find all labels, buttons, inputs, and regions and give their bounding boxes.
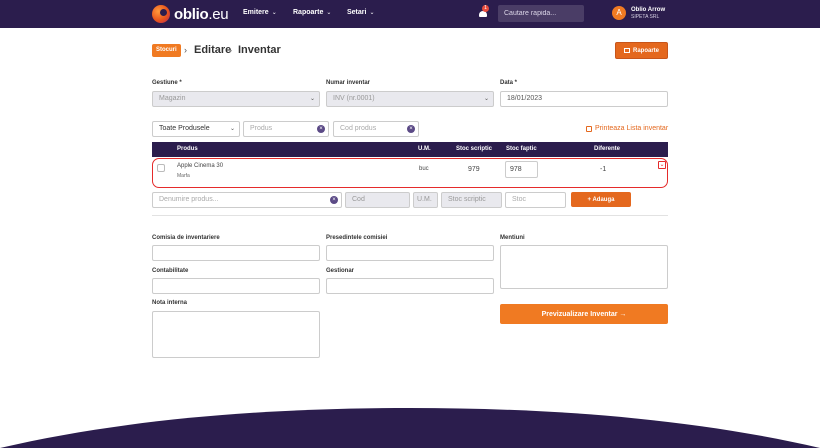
data-label: Data * — [500, 80, 518, 86]
cod-produs-filter-input[interactable]: Cod produs × — [333, 121, 419, 137]
new-product-um-input[interactable]: U.M. — [413, 192, 438, 208]
col-um: U.M. — [418, 146, 431, 152]
row-checkbox[interactable] — [157, 164, 165, 172]
chevron-down-icon: ⌄ — [229, 126, 235, 132]
stoc-faptic-input[interactable]: 978 — [505, 161, 538, 178]
col-stoc-scriptic: Stoc scriptic — [456, 146, 493, 152]
nav-emitere[interactable]: Emitere ⌄ — [243, 9, 277, 16]
top-navbar: oblio.eu Emitere⌄ Rapoarte⌄ Setari⌄ 1 A … — [0, 0, 820, 28]
clear-icon[interactable]: × — [407, 125, 415, 133]
col-diferente: Diferente — [594, 146, 621, 152]
diferenta-value: -1 — [600, 166, 607, 173]
comisia-label: Comisia de inventariere — [152, 235, 220, 241]
new-product-scriptic-input[interactable]: Stoc scriptic — [441, 192, 502, 208]
add-product-button[interactable]: + Adauga — [571, 192, 631, 207]
product-um: buc — [419, 166, 429, 172]
nav-label: Rapoarte — [293, 9, 324, 16]
chevron-down-icon: ⌄ — [369, 10, 375, 16]
contabilitate-label: Contabilitate — [152, 268, 189, 274]
breadcrumb-stocuri[interactable]: Stocuri — [152, 44, 181, 57]
footer-wave — [0, 408, 820, 448]
col-produs: Produs — [177, 146, 198, 152]
chevron-down-icon: ⌄ — [326, 10, 332, 16]
chevron-down-icon: ⌄ — [483, 96, 489, 102]
clear-icon[interactable]: × — [317, 125, 325, 133]
presedinte-label: Presedintele comisiei — [326, 235, 388, 241]
divider — [152, 215, 668, 216]
chevron-right-icon: › — [184, 45, 187, 55]
breadcrumb-editare: Editare — [194, 44, 232, 56]
chevron-down-icon: ⌄ — [271, 10, 277, 16]
product-type: Marfa — [177, 173, 190, 179]
brand-suffix: .eu — [208, 5, 229, 23]
numar-inventar-label: Numar inventar — [326, 80, 371, 86]
clear-icon[interactable]: × — [330, 196, 338, 204]
brand-logo[interactable]: oblio.eu — [152, 5, 229, 23]
report-icon — [623, 48, 630, 53]
bell-icon[interactable]: 1 — [478, 5, 489, 19]
notification-badge: 1 — [482, 5, 489, 12]
quick-search-input[interactable] — [498, 5, 584, 22]
stoc-scriptic-value: 979 — [468, 166, 480, 173]
user-name[interactable]: Oblio Arrow — [631, 7, 665, 14]
produs-filter-input[interactable]: Produs × — [243, 121, 329, 137]
page-title: Inventar — [238, 44, 281, 56]
contabilitate-input[interactable] — [152, 278, 320, 294]
presedinte-input[interactable] — [326, 245, 494, 261]
user-company: SIPETA SRL — [631, 14, 660, 20]
chevron-right-icon: › — [229, 45, 232, 55]
gestiune-label: Gestiune * — [152, 80, 182, 86]
nav-setari[interactable]: Setari ⌄ — [347, 9, 375, 16]
printer-icon — [586, 125, 592, 132]
new-product-cod-input[interactable]: Cod — [345, 192, 410, 208]
nota-interna-label: Nota interna — [152, 300, 188, 306]
mentiuni-textarea[interactable] — [500, 245, 668, 289]
brand-name: oblio — [174, 5, 209, 23]
preview-inventory-button[interactable]: Previzualizare Inventar → — [500, 304, 668, 324]
mentiuni-label: Mentiuni — [500, 235, 525, 241]
nav-label: Emitere — [243, 9, 269, 16]
gestionar-input[interactable] — [326, 278, 494, 294]
numar-inventar-select[interactable]: INV (nr.0001) ⌄ — [326, 91, 494, 107]
delete-row-icon[interactable]: ⌄ — [658, 161, 666, 169]
avatar[interactable]: A — [612, 6, 626, 20]
comisia-input[interactable] — [152, 245, 320, 261]
col-stoc-faptic: Stoc faptic — [506, 146, 537, 152]
table-row: Apple Cinema 30 Marfa buc 979 978 -1 ⌄ — [152, 158, 668, 188]
category-select[interactable]: Toate Produsele ⌄ — [152, 121, 240, 137]
gestionar-label: Gestionar — [326, 268, 355, 274]
rapoarte-button[interactable]: Rapoarte — [615, 42, 668, 59]
new-product-name-input[interactable]: Denumire produs... × — [152, 192, 342, 208]
inventory-table-header: Produs U.M. Stoc scriptic Stoc faptic Di… — [152, 142, 668, 157]
gestiune-select[interactable]: Magazin ⌄ — [152, 91, 320, 107]
nav-rapoarte[interactable]: Rapoarte ⌄ — [293, 9, 331, 16]
chevron-down-icon: ⌄ — [309, 96, 315, 102]
logo-icon — [152, 5, 170, 23]
new-product-stoc-input[interactable]: Stoc — [505, 192, 566, 208]
product-name: Apple Cinema 30 — [177, 163, 224, 169]
nav-label: Setari — [347, 9, 367, 16]
print-inventory-link[interactable]: Printeaza Lista inventar — [586, 125, 668, 132]
nota-interna-textarea[interactable] — [152, 311, 320, 358]
data-field[interactable]: 18/01/2023 — [500, 91, 668, 107]
